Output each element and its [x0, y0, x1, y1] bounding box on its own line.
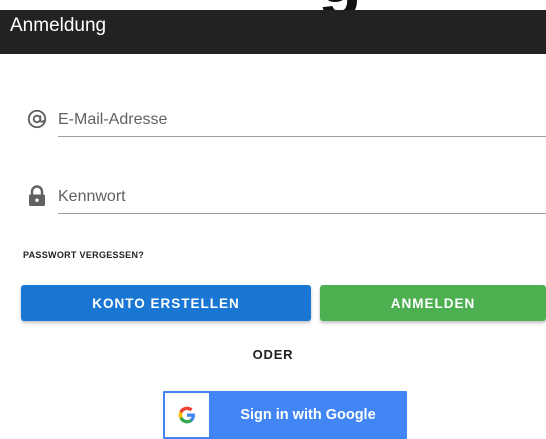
at-sign-icon [24, 106, 50, 132]
google-sign-in-button[interactable]: Sign in with Google [163, 391, 407, 439]
email-input[interactable] [58, 104, 546, 137]
google-logo-box [165, 393, 209, 437]
google-g-icon [178, 406, 195, 424]
top-clipped-heading: g [0, 0, 546, 10]
or-separator: ODER [252, 347, 294, 362]
page-title: Anmeldung [10, 15, 107, 36]
create-account-button[interactable]: KONTO ERSTELLEN [21, 285, 311, 321]
password-input[interactable] [58, 181, 546, 214]
lock-icon [24, 183, 50, 209]
login-button[interactable]: ANMELDEN [320, 285, 546, 321]
password-field-group [24, 181, 546, 221]
app-bar: Anmeldung [0, 10, 546, 54]
email-field-group [24, 104, 546, 144]
google-sign-in-label: Sign in with Google [240, 407, 376, 423]
clipped-heading-glyph: g [318, 0, 362, 10]
forgot-password-link[interactable]: PASSWORT VERGESSEN? [23, 250, 144, 260]
